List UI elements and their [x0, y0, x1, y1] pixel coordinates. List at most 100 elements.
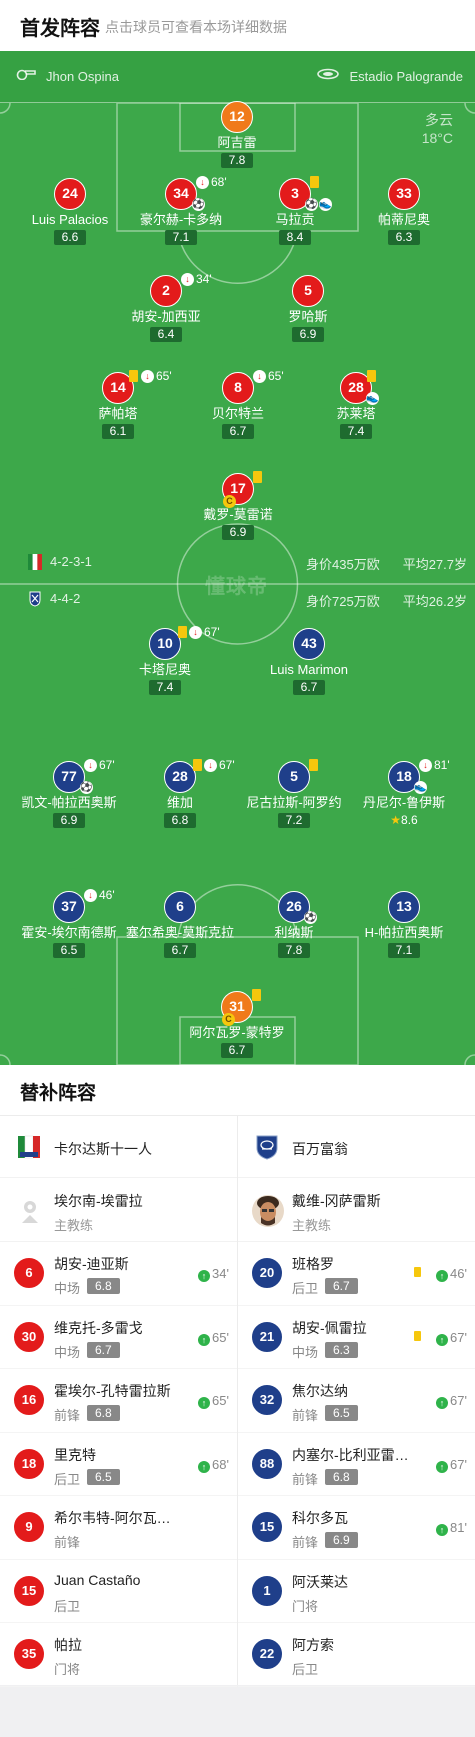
hint-text: 点击球员可查看本场详细数据: [105, 19, 287, 35]
sub-on-time: ↑ 67': [436, 1330, 467, 1346]
player-away-rm[interactable]: 18 ↓ 81' 👟 丹尼尔-鲁伊斯 ★8.6: [345, 758, 463, 829]
away-team-row[interactable]: 百万富翁: [238, 1116, 475, 1178]
player-number: 43: [293, 628, 325, 660]
home-team-name: 卡尔达斯十一人: [54, 1141, 152, 1157]
weather-info: 多云 18°C: [422, 111, 453, 147]
goal-ball-icon: ⚽: [80, 781, 93, 794]
player-name: 丹尼尔-鲁伊斯: [362, 795, 446, 810]
player-number: 37: [53, 891, 85, 923]
sub-off-marker: ↓ 67': [189, 625, 220, 640]
sub-position: 前锋: [54, 1408, 81, 1423]
sub-arrow-icon: ↓: [204, 759, 217, 773]
player-name: 帕蒂尼奥: [377, 212, 430, 227]
sub-on-time: ↑ 68': [198, 1457, 229, 1473]
weather-text: 多云: [425, 112, 453, 128]
player-home-st[interactable]: 17 C 戴罗-莫雷诺 6.9: [179, 471, 297, 541]
sub-position: 前锋: [292, 1471, 319, 1487]
player-name: H-帕拉西奥斯: [364, 925, 444, 940]
player-home-rb[interactable]: 33 帕蒂尼奥 6.3: [345, 178, 463, 246]
player-home-dm1[interactable]: 2 ↓ 34' 胡安-加西亚 6.4: [107, 272, 225, 343]
home-team-row[interactable]: 卡尔达斯十一人: [0, 1116, 237, 1178]
yellow-card-icon: [367, 370, 376, 382]
sub-position: 后卫: [292, 1662, 319, 1677]
player-away-cb1[interactable]: 6 塞尔希奥-莫斯克拉 6.7: [121, 891, 239, 959]
player-home-lb[interactable]: 24 Luis Palacios 6.6: [11, 178, 129, 246]
sub-name: 胡安-迪亚斯: [54, 1256, 129, 1272]
player-away-st2[interactable]: 43 Luis Marimon 6.7: [250, 628, 368, 696]
sub-player-row[interactable]: 32 焦尔达纳 前锋 6.5 ↑ 67': [238, 1369, 475, 1433]
player-away-lm[interactable]: 77 ↓ 67' ⚽ 凯文-帕拉西奥斯 6.9: [10, 758, 128, 829]
sub-player-row[interactable]: 21 胡安-佩雷拉 中场 6.3 ↑ 67': [238, 1306, 475, 1369]
star-icon: ★: [390, 813, 402, 827]
away-market-value: 身价725万欧: [306, 594, 380, 609]
yellow-card-icon: [309, 759, 318, 771]
sub-number: 32: [252, 1385, 282, 1415]
home-formation-row: 4-2-3-1 身价435万欧 平均27.7岁: [0, 552, 475, 572]
sub-name: 阿沃莱达: [292, 1573, 348, 1590]
sub-player-row[interactable]: 20 班格罗 后卫 6.7 ↑ 46': [238, 1242, 475, 1306]
player-home-cb2[interactable]: 3 ⚽ 👟 马拉贡 8.4: [236, 176, 354, 246]
sub-number: 21: [252, 1321, 282, 1352]
sub-on-time: ↑ 81': [436, 1520, 467, 1536]
player-home-am2[interactable]: 8 ↓ 65' 贝尔特兰 6.7: [179, 369, 297, 440]
substitutes-section: 替补阵容 卡尔达斯十一人 埃尔南-埃雷拉 主教练 6 胡安-迪亚斯 中场 6.8…: [0, 1065, 475, 1687]
player-name: 胡安-加西亚: [131, 309, 201, 324]
sub-arrow-icon: ↓: [196, 176, 209, 190]
player-rating: 6.7: [163, 943, 197, 958]
coach-avatar-placeholder-icon: [22, 1201, 38, 1223]
player-number: 2: [150, 275, 182, 307]
player-away-st1[interactable]: 10 ↓ 67' 卡塔尼奥 7.4: [106, 625, 224, 696]
sub-player-row[interactable]: 15 Juan Castaño 后卫: [0, 1560, 237, 1623]
home-team-logo-icon: [18, 1135, 40, 1159]
sub-player-row[interactable]: 35 帕拉 门将: [0, 1623, 237, 1687]
sub-position: 后卫: [54, 1598, 81, 1614]
sub-player-row[interactable]: 15 科尔多瓦 前锋 6.9 ↑ 81': [238, 1496, 475, 1560]
sub-player-row[interactable]: 88 内塞尔-比利亚雷亚尔 前锋 6.8 ↑ 67': [238, 1433, 475, 1496]
player-name: 罗哈斯: [288, 309, 328, 324]
home-formation: 4-2-3-1: [50, 554, 92, 569]
sub-name: 里克特: [54, 1446, 96, 1463]
sub-arrow-icon: ↓: [84, 889, 97, 903]
sub-off-marker: ↓ 67': [84, 758, 115, 773]
player-away-cb2[interactable]: 26 ⚽ 利纳斯 7.8: [235, 891, 353, 959]
match-info-bar: Jhon Ospina Estadio Palogrande: [0, 51, 475, 103]
yellow-card-icon: [193, 759, 202, 771]
player-home-gk[interactable]: 12 阿吉雷 7.8: [178, 101, 296, 169]
sub-rating: 6.9: [325, 1532, 358, 1548]
player-away-gk[interactable]: 31 C 阿尔瓦罗-蒙特罗 6.7: [178, 989, 296, 1059]
home-coach-row[interactable]: 埃尔南-埃雷拉 主教练: [0, 1178, 237, 1242]
player-home-am1[interactable]: 14 ↓ 65' 萨帕塔 6.1: [59, 369, 177, 440]
player-away-cm2[interactable]: 5 尼古拉斯-阿罗约 7.2: [235, 759, 353, 829]
assist-boot-icon: 👟: [414, 781, 427, 794]
player-home-dm2[interactable]: 5 罗哈斯 6.9: [249, 275, 367, 343]
sub-player-row[interactable]: 30 维克托-多雷戈 中场 6.7 ↑ 65': [0, 1306, 237, 1369]
player-home-am3[interactable]: 28 👟 苏莱塔 7.4: [297, 370, 415, 440]
player-rating: 7.1: [164, 230, 198, 245]
player-home-cb1[interactable]: 34 ↓ 68' ⚽ 豪尔赫-卡多纳 7.1: [122, 175, 240, 246]
sub-name: 科尔多瓦: [292, 1510, 348, 1526]
player-away-cm1[interactable]: 28 ↓ 67' 维加 6.8: [121, 758, 239, 829]
player-rating: 7.8: [277, 943, 311, 958]
goal-ball-icon: ⚽: [192, 198, 205, 211]
captain-badge-icon: C: [222, 1013, 235, 1026]
sub-off-marker: ↓ 65': [253, 369, 284, 384]
assist-boot-icon: 👟: [366, 392, 379, 405]
player-away-lb[interactable]: 37 ↓ 46' 霍安-埃尔南德斯 6.5: [10, 888, 128, 959]
assist-boot-icon: 👟: [319, 198, 332, 211]
player-rating-star: ★8.6: [390, 813, 418, 827]
away-coach-row[interactable]: 戴维-冈萨雷斯 主教练: [238, 1178, 475, 1242]
sub-player-row[interactable]: 9 希尔韦特-阿尔瓦雷斯 前锋: [0, 1496, 237, 1560]
player-number: 33: [388, 178, 420, 210]
sub-arrow-icon: ↓: [141, 370, 154, 384]
sub-off-marker: ↓ 34': [181, 272, 212, 287]
page-title: 首发阵容: [20, 18, 100, 40]
player-away-rb[interactable]: 13 H-帕拉西奥斯 7.1: [345, 891, 463, 959]
sub-player-row[interactable]: 22 阿方索 后卫: [238, 1623, 475, 1687]
player-number: 10: [149, 628, 181, 660]
sub-player-row[interactable]: 16 霍埃尔-孔特雷拉斯 前锋 6.8 ↑ 65': [0, 1369, 237, 1433]
yellow-card-icon: [252, 989, 261, 1001]
player-name: 马拉贡: [275, 212, 315, 227]
sub-player-row[interactable]: 18 里克特 后卫 6.5 ↑ 68': [0, 1433, 237, 1496]
sub-player-row[interactable]: 6 胡安-迪亚斯 中场 6.8 ↑ 34': [0, 1242, 237, 1306]
sub-player-row[interactable]: 1 阿沃莱达 门将: [238, 1560, 475, 1623]
